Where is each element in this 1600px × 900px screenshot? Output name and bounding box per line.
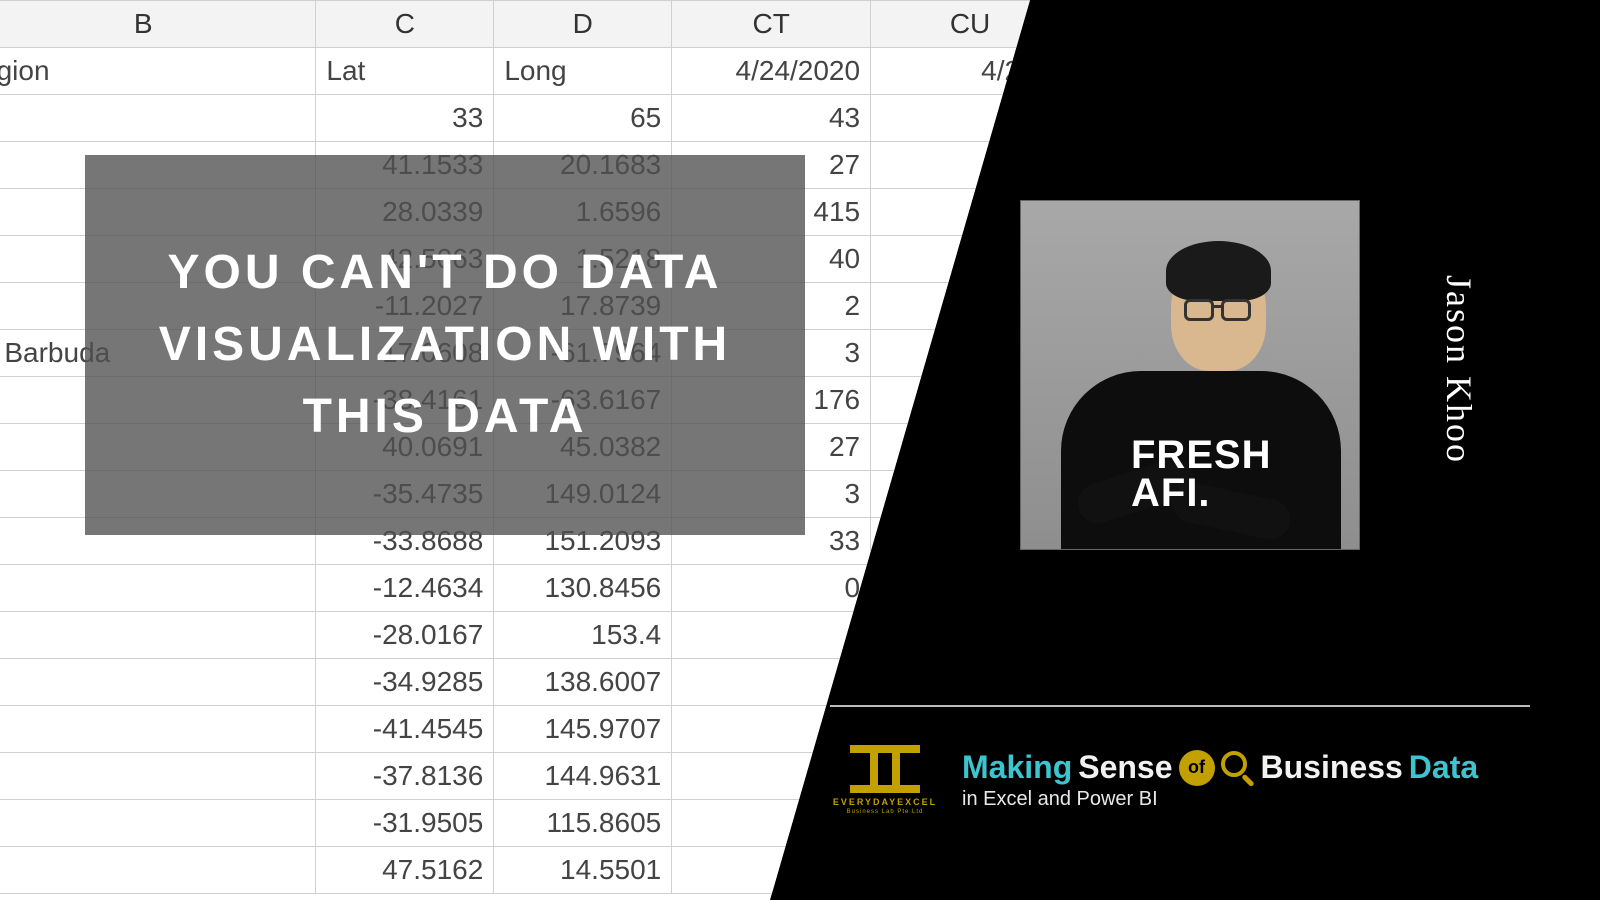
cell: -37.8136 (316, 753, 494, 800)
tagline-word: Making (962, 749, 1072, 786)
photo-hair (1166, 241, 1271, 301)
divider-line (830, 705, 1530, 707)
table-row: -34.9285138.6007 (0, 659, 1070, 706)
cell: -31.9505 (316, 800, 494, 847)
cell (871, 565, 1070, 612)
cell (871, 612, 1070, 659)
tagline: Making Sense of Business Data in Excel a… (962, 749, 1478, 811)
column-letter-row: B C D CT CU (0, 1, 1070, 48)
glasses-icon (1184, 299, 1214, 321)
shirt-line-1: FRESH (1131, 436, 1272, 474)
hdr-date-ct: 4/24/2020 (672, 48, 871, 95)
hdr-lat: Lat (316, 48, 494, 95)
cell (0, 612, 316, 659)
cell: 14.5501 (494, 847, 672, 894)
col-letter-B: B (0, 1, 316, 48)
col-letter-C: C (316, 1, 494, 48)
header-row: egion Lat Long 4/24/2020 4/25/2 (0, 48, 1070, 95)
hdr-date-cu: 4/25/2 (871, 48, 1070, 95)
table-row: n336543 (0, 95, 1070, 142)
of-badge-icon: of (1179, 750, 1215, 786)
logo-icon (850, 745, 920, 793)
cell: 0 (672, 565, 871, 612)
logo-subtitle: Business Lab Pte Ltd (847, 809, 924, 815)
author-photo: FRESH AFI. (1020, 200, 1360, 550)
cell (0, 753, 316, 800)
tagline-word: Business (1261, 749, 1403, 786)
cell (672, 847, 871, 894)
tagline-top: Making Sense of Business Data (962, 749, 1478, 786)
cell: 33 (316, 95, 494, 142)
cell (0, 800, 316, 847)
magnifier-icon (1221, 751, 1255, 785)
cell: -12.4634 (316, 565, 494, 612)
tagline-sub: in Excel and Power BI (962, 788, 1478, 811)
cell: -34.9285 (316, 659, 494, 706)
cell: 47.5162 (316, 847, 494, 894)
cell (871, 142, 1070, 189)
cell: 153.4 (494, 612, 672, 659)
glasses-icon (1221, 299, 1251, 321)
cell: n (0, 95, 316, 142)
author-name: Jason Khoo (1438, 275, 1480, 464)
cell (672, 612, 871, 659)
cell (871, 659, 1070, 706)
cell: 43 (672, 95, 871, 142)
glasses-icon (1213, 305, 1223, 308)
title-overlay: YOU CAN'T DO DATA VISUALIZATION WITH THI… (85, 155, 805, 535)
col-letter-CT: CT (672, 1, 871, 48)
table-row: 47.516214.5501 (0, 847, 1070, 894)
table-row: -12.4634130.84560 (0, 565, 1070, 612)
cell (871, 95, 1070, 142)
signature-row: EVERYDAYEXCEL Business Lab Pte Ltd Makin… (830, 745, 1478, 815)
cell (672, 659, 871, 706)
hdr-long: Long (494, 48, 672, 95)
tagline-word: Sense (1078, 749, 1172, 786)
title-text: YOU CAN'T DO DATA VISUALIZATION WITH THI… (115, 237, 775, 453)
cell: -28.0167 (316, 612, 494, 659)
col-letter-D: D (494, 1, 672, 48)
cell: 130.8456 (494, 565, 672, 612)
cell: 65 (494, 95, 672, 142)
cell: 138.6007 (494, 659, 672, 706)
cell: 115.8605 (494, 800, 672, 847)
cell (871, 847, 1070, 894)
cell (0, 847, 316, 894)
cell (0, 706, 316, 753)
table-row: -28.0167153.4 (0, 612, 1070, 659)
shirt-text: FRESH AFI. (1131, 436, 1272, 512)
shirt-line-2: AFI. (1131, 474, 1272, 512)
brand-logo: EVERYDAYEXCEL Business Lab Pte Ltd (830, 745, 940, 815)
cell: 145.9707 (494, 706, 672, 753)
cell (0, 659, 316, 706)
logo-brand-text: EVERYDAYEXCEL (833, 797, 937, 807)
cell (0, 565, 316, 612)
hdr-region: egion (0, 48, 316, 95)
col-letter-CU: CU (871, 1, 1070, 48)
cell: 144.9631 (494, 753, 672, 800)
tagline-word: Data (1409, 749, 1478, 786)
thumbnail-stage: B C D CT CU egion Lat Long 4/24/2020 4/2… (0, 0, 1600, 900)
cell: -41.4545 (316, 706, 494, 753)
